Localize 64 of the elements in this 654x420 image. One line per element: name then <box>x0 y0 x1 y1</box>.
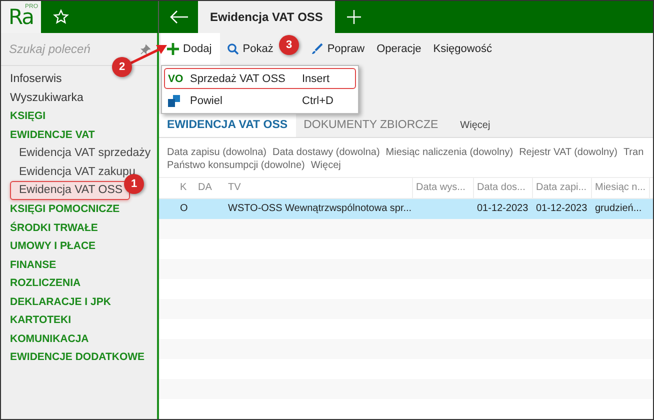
sidebar-section[interactable]: ŚRODKI TRWAŁE <box>1 218 98 237</box>
sidebar-item[interactable]: Ewidencja VAT OSS <box>10 181 130 200</box>
toolbar-button[interactable]: Operacje <box>372 33 426 65</box>
toolbar-button[interactable]: Dodaj <box>161 33 220 65</box>
toolbar-button[interactable]: Popraw <box>306 33 370 65</box>
toolbar-button[interactable]: Pokaż <box>222 33 278 65</box>
column-header[interactable]: Miesiąc n... <box>592 178 650 198</box>
filter-link[interactable]: Tran <box>623 146 644 159</box>
menu-label: Powiel <box>190 94 224 106</box>
item-code: VO <box>168 72 184 84</box>
sidebar-item[interactable]: Infoserwis <box>1 70 62 88</box>
filter-link[interactable]: Państwo konsumpcji (dowolne) <box>167 158 305 172</box>
back-icon[interactable] <box>168 10 188 24</box>
sidebar-section[interactable]: EWIDENCJE VAT <box>1 126 95 144</box>
sidebar-section[interactable]: DEKLARACJE I JPK <box>1 292 111 311</box>
shortcut-label: Insert <box>302 72 331 84</box>
column-header[interactable]: Data wys... <box>413 178 474 198</box>
table-row[interactable] <box>159 339 653 359</box>
toolbar-button[interactable]: Księgowość <box>428 33 497 65</box>
table-row[interactable] <box>159 259 653 279</box>
plus-icon <box>167 43 179 55</box>
view-tab[interactable]: EWIDENCJA VAT OSS <box>159 114 296 137</box>
menu-item[interactable]: VO Sprzedaż VAT OSS Insert <box>164 68 356 89</box>
column-header[interactable]: TV <box>225 178 413 198</box>
star-icon[interactable] <box>53 9 69 25</box>
copy-icon <box>168 94 180 106</box>
sidebar-section[interactable]: KARTOTEKI <box>1 311 72 330</box>
table-cell-text: 01-12-2023 <box>476 202 530 216</box>
sidebar-item[interactable]: Wyszukiwarka <box>1 88 84 107</box>
column-header[interactable]: DA <box>195 178 225 198</box>
filter-link[interactable]: Więcej <box>310 158 341 172</box>
shortcut-label: Ctrl+D <box>302 94 334 106</box>
pin-icon[interactable] <box>140 44 151 54</box>
sidebar-section[interactable]: KSIĘGI POMOCNICZE <box>1 200 120 218</box>
table-cell-text: 01-12-2023 <box>535 202 588 216</box>
table-row[interactable]: O WSTO-OSS Wewnątrzwspólnotowa spr... 01-12-2023 01-12-2023 grudzień... <box>159 199 653 219</box>
sidebar-section[interactable]: ROZLICZENIA <box>1 274 81 292</box>
sidebar-section[interactable]: FINANSE <box>1 256 56 274</box>
sidebar-section[interactable]: UMOWY I PŁACE <box>1 237 96 256</box>
sidebar-section[interactable]: EWIDENCJE DODATKOWE <box>1 348 145 366</box>
filter-link[interactable]: Data dostawy (dowolna) <box>272 146 380 159</box>
window-tab[interactable]: Ewidencja VAT OSS <box>198 1 335 33</box>
search-icon <box>226 43 239 55</box>
filter-link[interactable]: Data zapisu (dowolna) <box>167 146 266 159</box>
column-header[interactable]: Data zapi... <box>533 178 592 198</box>
sidebar-section[interactable]: KSIĘGI <box>1 107 46 126</box>
table-cell-text: grudzień... <box>594 202 643 216</box>
table-row[interactable] <box>159 299 653 319</box>
table-cell-text: O <box>179 202 189 216</box>
more-link[interactable]: Więcej <box>446 114 498 137</box>
table-row[interactable] <box>159 219 653 239</box>
menu-label: Sprzedaż VAT OSS <box>190 72 286 84</box>
add-tab-icon[interactable] <box>346 10 361 24</box>
table-cell-text: WSTO-OSS Wewnątrzwspólnotowa spr... <box>227 202 413 216</box>
sidebar-item[interactable]: Ewidencja VAT sprzedaży <box>1 144 151 162</box>
column-header[interactable]: K <box>177 178 195 198</box>
view-tab[interactable]: DOKUMENTY ZBIORCZE <box>296 114 446 137</box>
filter-link[interactable]: Miesiąc naliczenia (dowolny) <box>386 146 514 159</box>
table-row[interactable] <box>159 379 653 399</box>
column-header[interactable]: Data dos... <box>474 178 533 198</box>
filter-link[interactable]: Rejestr VAT (dowolny) <box>519 146 618 159</box>
brush-icon <box>311 43 324 55</box>
sidebar-section[interactable]: KOMUNIKACJA <box>1 330 89 348</box>
menu-item[interactable]: Powiel Ctrl+D <box>164 90 356 111</box>
